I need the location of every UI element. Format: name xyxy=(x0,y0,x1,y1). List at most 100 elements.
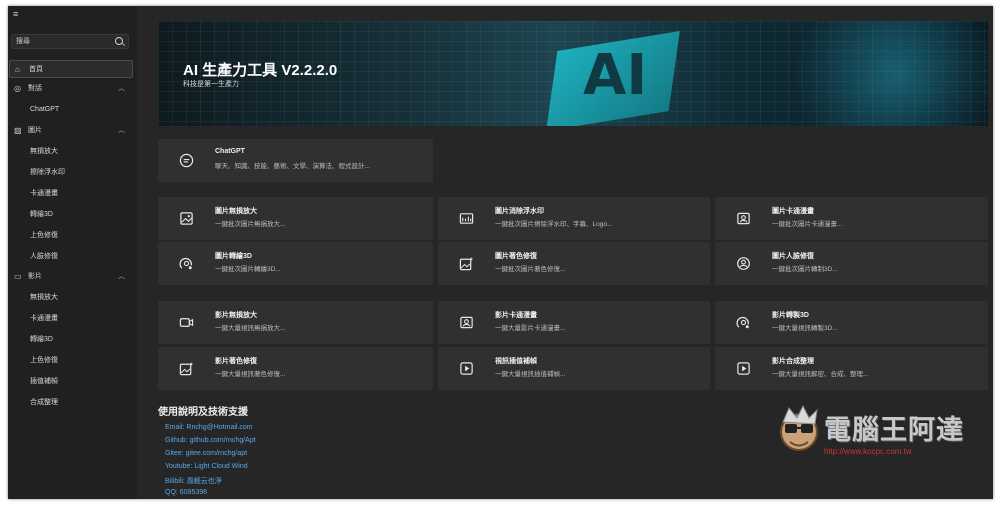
search-icon[interactable] xyxy=(115,37,123,45)
image-sparkle-icon xyxy=(459,256,474,271)
sidebar-item-label: 對話 xyxy=(28,85,42,92)
support-link-youtube[interactable]: Youtube: Light Cloud Wind xyxy=(165,463,248,470)
image-icon: ▨ xyxy=(14,126,22,135)
sidebar-subitem-video-3d[interactable]: 轉繪3D xyxy=(30,332,53,348)
card-title: 圖片著色修復 xyxy=(495,253,537,260)
chat-bubble-icon xyxy=(179,153,194,168)
support-link-email[interactable]: Email: Rnchg@Hotmail.com xyxy=(165,424,253,431)
support-link-qq[interactable]: QQ: 6085398 xyxy=(165,489,207,496)
page-subtitle: 科技是第一生產力 xyxy=(183,81,239,88)
card-description: 一鍵大量影片卡通漫畫... xyxy=(495,325,566,332)
play-icon xyxy=(459,361,474,376)
site-watermark: 電腦王阿達 http://www.kocpc.com.tw xyxy=(775,400,975,470)
card-image-watermark[interactable]: 圖片消除浮水印 一鍵批次圖片擦除浮水印、字幕、Logo... xyxy=(438,197,710,240)
card-title: 視訊插值補幀 xyxy=(495,358,537,365)
card-description: 一鍵大量視訊插值補幀... xyxy=(495,371,566,378)
hero-banner: AI AI 生產力工具 V2.2.2.0 科技是第一生產力 xyxy=(158,21,988,126)
sidebar-item-home[interactable]: ⌂ 首頁 xyxy=(9,60,133,78)
card-description: 一鍵批次圖片轉繪3D... xyxy=(215,266,281,273)
video-camera-icon xyxy=(179,315,194,330)
sidebar-subitem-video-cartoon[interactable]: 卡通漫畫 xyxy=(30,311,58,327)
page-title: AI 生產力工具 V2.2.2.0 xyxy=(183,62,338,79)
card-title: 圖片人臉修復 xyxy=(772,253,814,260)
sidebar-item-label: 圖片 xyxy=(28,127,42,134)
card-description: 一鍵批次圖片轉制3D... xyxy=(772,266,838,273)
card-image-colorize[interactable]: 圖片著色修復 一鍵批次圖片著色修復... xyxy=(438,242,710,285)
menu-toggle-icon[interactable]: ≡ xyxy=(13,9,18,19)
banner-glow xyxy=(758,21,988,126)
card-description: 一鍵大量視訊無損放大... xyxy=(215,325,286,332)
card-image-3d[interactable]: 圖片轉繪3D 一鍵批次圖片轉繪3D... xyxy=(158,242,433,285)
card-title: 影片轉製3D xyxy=(772,312,809,319)
card-video-interpolate[interactable]: 視訊插值補幀 一鍵大量視訊插值補幀... xyxy=(438,347,710,390)
card-title: 圖片無損放大 xyxy=(215,208,257,215)
card-title: 影片無損放大 xyxy=(215,312,257,319)
card-video-cartoon[interactable]: 影片卡通漫畫 一鍵大量影片卡通漫畫... xyxy=(438,301,710,344)
card-video-upscale[interactable]: 影片無損放大 一鍵大量視訊無損放大... xyxy=(158,301,433,344)
card-description: 一鍵大量視訊轉製3D... xyxy=(772,325,838,332)
3d-icon xyxy=(179,256,194,271)
sidebar-item-label: 首頁 xyxy=(29,66,43,73)
card-video-colorize[interactable]: 影片著色修復 一鍵大量視訊著色修復... xyxy=(158,347,433,390)
card-video-3d[interactable]: 影片轉製3D 一鍵大量視訊轉製3D... xyxy=(715,301,988,344)
ai-chip-label: AI xyxy=(583,43,648,108)
card-title: ChatGPT xyxy=(215,148,245,155)
sidebar-subitem-image-3d[interactable]: 轉繪3D xyxy=(30,207,53,223)
sidebar-subitem-video-compose[interactable]: 合成整理 xyxy=(30,395,58,411)
card-title: 圖片消除浮水印 xyxy=(495,208,544,215)
chevron-up-icon[interactable]: ︿ xyxy=(118,268,125,286)
watermark-url: http://www.kocpc.com.tw xyxy=(824,447,912,456)
3d-icon xyxy=(736,315,751,330)
face-icon xyxy=(736,256,751,271)
sidebar-item-label: 影片 xyxy=(28,273,42,280)
card-video-compose[interactable]: 影片合成整理 一鍵大量視訊解密、合成、整理... xyxy=(715,347,988,390)
chevron-up-icon[interactable]: ︿ xyxy=(118,122,125,140)
search-box[interactable] xyxy=(11,34,129,49)
sidebar-subitem-image-colorize[interactable]: 上色修復 xyxy=(30,228,58,244)
card-image-upscale[interactable]: 圖片無損放大 一鍵批次圖片無損放大... xyxy=(158,197,433,240)
search-input[interactable] xyxy=(16,36,111,47)
card-description: 一鍵批次圖片卡通漫畫... xyxy=(772,221,843,228)
watermark-text: 電腦王阿達 xyxy=(824,415,964,445)
mascot-logo-icon xyxy=(780,404,818,451)
sidebar-item-video[interactable]: ▭ 影片 ︿ xyxy=(9,268,133,286)
sidebar-subitem-image-watermark[interactable]: 擦除浮水印 xyxy=(30,165,65,181)
play-icon xyxy=(736,361,751,376)
support-link-gitee[interactable]: Gitee: gitee.com/rnchg/apt xyxy=(165,450,247,457)
card-description: 一鍵批次圖片著色修復... xyxy=(495,266,566,273)
card-description: 一鍵大量視訊解密、合成、整理... xyxy=(772,371,869,378)
card-chatgpt[interactable]: ChatGPT 聊天、知識、技能、藝術、文學、演算法、程式設計... xyxy=(158,139,433,182)
card-description: 一鍵批次圖片無損放大... xyxy=(215,221,286,228)
sidebar-subitem-image-face[interactable]: 人臉修復 xyxy=(30,249,58,265)
card-title: 圖片卡通漫畫 xyxy=(772,208,814,215)
support-heading: 使用說明及技術支援 xyxy=(158,407,248,418)
chat-icon: ◎ xyxy=(14,84,21,93)
card-title: 影片著色修復 xyxy=(215,358,257,365)
card-image-face[interactable]: 圖片人臉修復 一鍵批次圖片轉制3D... xyxy=(715,242,988,285)
chevron-up-icon[interactable]: ︿ xyxy=(118,80,125,98)
portrait-icon xyxy=(736,211,751,226)
sidebar: ≡ ⌂ 首頁 ◎ 對話 ︿ ChatGPT ▨ 圖片 ︿ 無損放大 擦除浮水印 … xyxy=(8,6,137,499)
image-icon xyxy=(179,211,194,226)
sidebar-item-image[interactable]: ▨ 圖片 ︿ xyxy=(9,122,133,140)
card-title: 圖片轉繪3D xyxy=(215,253,252,260)
card-description: 聊天、知識、技能、藝術、文學、演算法、程式設計... xyxy=(215,163,370,170)
support-link-bilibili[interactable]: Bilibili: 風輕云也淨 xyxy=(165,476,222,486)
card-title: 影片合成整理 xyxy=(772,358,814,365)
sidebar-subitem-image-cartoon[interactable]: 卡通漫畫 xyxy=(30,186,58,202)
card-description: 一鍵批次圖片擦除浮水印、字幕、Logo... xyxy=(495,221,613,228)
portrait-icon xyxy=(459,315,474,330)
sidebar-item-chat[interactable]: ◎ 對話 ︿ xyxy=(9,80,133,98)
sidebar-subitem-video-interpolate[interactable]: 插值補幀 xyxy=(30,374,58,390)
support-link-github[interactable]: Github: github.com/rnchg/Apt xyxy=(165,437,256,444)
sidebar-subitem-chatgpt[interactable]: ChatGPT xyxy=(30,102,59,118)
card-image-cartoon[interactable]: 圖片卡通漫畫 一鍵批次圖片卡通漫畫... xyxy=(715,197,988,240)
watermark-icon xyxy=(459,211,474,226)
video-camera-icon: ▭ xyxy=(14,272,22,281)
sidebar-subitem-video-upscale[interactable]: 無損放大 xyxy=(30,290,58,306)
sidebar-subitem-image-upscale[interactable]: 無損放大 xyxy=(30,144,58,160)
image-sparkle-icon xyxy=(179,361,194,376)
home-icon: ⌂ xyxy=(15,65,20,74)
card-title: 影片卡通漫畫 xyxy=(495,312,537,319)
sidebar-subitem-video-colorize[interactable]: 上色修復 xyxy=(30,353,58,369)
